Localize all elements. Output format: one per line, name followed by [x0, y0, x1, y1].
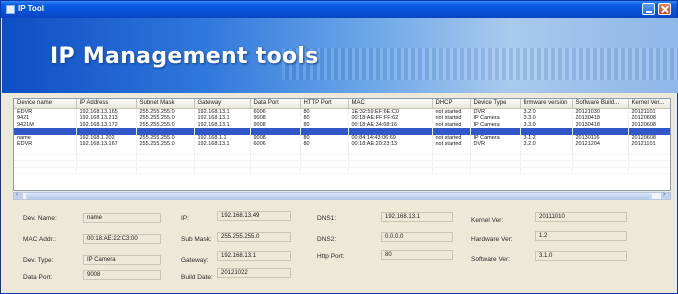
- banner-decoration: [282, 48, 678, 80]
- table-cell: [194, 167, 251, 174]
- table-cell: 20121030: [572, 108, 629, 115]
- gateway-label: Gateway:: [181, 257, 209, 264]
- minimize-button[interactable]: [642, 3, 655, 15]
- column-header[interactable]: MAC: [348, 99, 433, 109]
- horizontal-scrollbar[interactable]: ‹ ›: [13, 191, 671, 200]
- table-cell: [300, 167, 349, 174]
- mac-addr-field[interactable]: 00:18:AE:22:C3:00: [83, 234, 161, 244]
- build-date-label: Build Date:: [181, 274, 213, 281]
- table-cell: [76, 167, 137, 174]
- dev-type-label: Dev. Type:: [23, 257, 54, 264]
- scroll-thumb[interactable]: [26, 193, 652, 199]
- hardware-ver-label: Hardware Ver:: [471, 236, 513, 243]
- table-cell: [628, 167, 670, 174]
- http-port-label: Http Port:: [317, 253, 345, 260]
- table-cell: 192.168.13.165: [76, 108, 137, 115]
- chevron-right-icon: ›: [663, 191, 666, 198]
- table-cell: 3.2.0: [520, 108, 573, 115]
- header-banner: IP Management tools: [2, 18, 678, 93]
- empty-table-row: [14, 167, 670, 174]
- table-cell: 20121101: [628, 108, 670, 115]
- data-port-label: Data Port:: [23, 274, 53, 281]
- device-table[interactable]: Device name IP Address Subnet Mask Gateway D…: [13, 98, 671, 191]
- table-cell: 255.255.255.0: [136, 108, 195, 115]
- column-header[interactable]: firmware version: [520, 99, 573, 109]
- column-header[interactable]: Data Port: [250, 99, 301, 109]
- scroll-left-button[interactable]: ‹: [14, 191, 23, 199]
- http-port-field[interactable]: 80: [381, 250, 453, 260]
- ip-tool-window: IP Tool IP Management tools Device name I…: [0, 0, 678, 294]
- column-header[interactable]: Device name: [14, 99, 77, 109]
- table-cell: 1E:32:59:EF:6E:C0: [348, 108, 433, 115]
- table-cell: [572, 167, 629, 174]
- banner-title: IP Management tools: [50, 44, 319, 69]
- column-header[interactable]: Subnet Mask: [136, 99, 195, 109]
- table-cell: [432, 167, 471, 174]
- sub-mask-field[interactable]: 255.255.255.0: [217, 232, 291, 242]
- column-header[interactable]: Software Build...: [572, 99, 629, 109]
- kernel-ver-field[interactable]: 20111010: [535, 212, 627, 222]
- table-cell: not started: [432, 108, 471, 115]
- ip-label: IP:: [181, 215, 189, 222]
- column-header[interactable]: HTTP Port: [300, 99, 349, 109]
- software-ver-field[interactable]: 3.1.0: [535, 251, 627, 261]
- table-cell: 6006: [250, 108, 301, 115]
- dev-type-field[interactable]: IP Camera: [83, 255, 161, 265]
- hardware-ver-field[interactable]: 1.2: [535, 231, 627, 241]
- column-header[interactable]: DHCP: [432, 99, 471, 109]
- window-title: IP Tool: [18, 4, 44, 13]
- table-cell: 80: [300, 108, 349, 115]
- table-header-row: Device name IP Address Subnet Mask Gateway D…: [14, 99, 670, 109]
- dns2-label: DNS2:: [317, 236, 337, 243]
- column-header[interactable]: IP Address: [76, 99, 137, 109]
- table-cell: [348, 167, 433, 174]
- sub-mask-label: Sub Mask:: [181, 236, 212, 243]
- data-port-field[interactable]: 9008: [83, 270, 161, 280]
- table-cell: [520, 167, 573, 174]
- column-header[interactable]: Kernel Ver...: [628, 99, 670, 109]
- dns1-field[interactable]: 192.168.13.1: [381, 212, 453, 222]
- table-body: EDVR 192.168.13.165 255.255.255.0 192.168.1…: [14, 108, 670, 174]
- mac-addr-label: MAC Addr.:: [23, 236, 56, 243]
- kernel-ver-label: Kernel Ver:: [471, 217, 504, 224]
- column-header[interactable]: Gateway: [194, 99, 251, 109]
- table-cell: [14, 167, 77, 174]
- dns1-label: DNS1:: [317, 215, 337, 222]
- close-button[interactable]: [658, 3, 671, 15]
- table-cell: [250, 167, 301, 174]
- build-date-field[interactable]: 20121022: [217, 268, 291, 278]
- ip-field[interactable]: 192.168.13.49: [217, 211, 291, 221]
- app-icon: [6, 5, 15, 14]
- scroll-right-button[interactable]: ›: [661, 191, 670, 199]
- dns2-field[interactable]: 0.0.0.0: [381, 232, 453, 242]
- gateway-field[interactable]: 192.168.13.1: [217, 251, 291, 261]
- table-cell: 192.168.13.1: [194, 108, 251, 115]
- dev-name-field[interactable]: name: [83, 213, 161, 223]
- table-cell: EDVR: [14, 108, 77, 115]
- table-row[interactable]: EDVR 192.168.13.165 255.255.255.0 192.168.1…: [14, 108, 670, 115]
- table-cell: [136, 167, 195, 174]
- chevron-left-icon: ‹: [16, 191, 19, 198]
- column-header[interactable]: Device Type: [470, 99, 521, 109]
- dev-name-label: Dev. Name:: [23, 215, 57, 222]
- table-cell: [470, 167, 521, 174]
- device-details-panel: Dev. Name: name MAC Addr.: 00:18:AE:22:C…: [15, 202, 675, 290]
- software-ver-label: Software Ver:: [471, 256, 511, 263]
- table-cell: DVR: [470, 108, 521, 115]
- title-bar[interactable]: IP Tool: [1, 1, 677, 18]
